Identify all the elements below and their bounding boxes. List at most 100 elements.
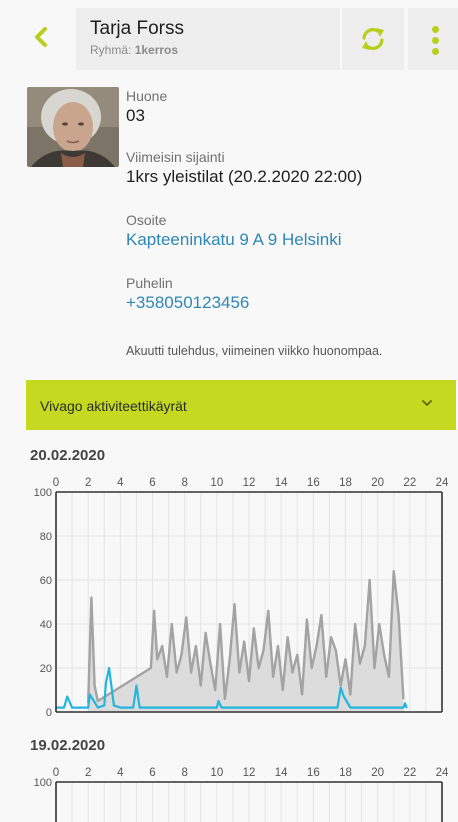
activity-point [272, 676, 274, 678]
resident-title: Tarja Forss Ryhmä: 1kerros [76, 8, 340, 70]
rest-point [217, 700, 220, 702]
activity-point [281, 689, 284, 691]
activity-point [378, 623, 381, 625]
activity-point [277, 645, 279, 647]
rest-point [339, 687, 342, 689]
rest-point [113, 704, 115, 707]
activity-curves-accordion[interactable]: Vivago aktiviteettikäyrät [26, 380, 456, 430]
activity-point [310, 667, 313, 669]
activity-point [344, 658, 347, 660]
activity-point [195, 645, 197, 647]
room-section: Huone 03 [126, 88, 167, 126]
activity-chart-day-2: 0 2 4 6 8 10 12 14 16 18 20 22 24100 [34, 767, 449, 822]
x-tick-label: 8 [181, 477, 187, 489]
activity-point [233, 603, 236, 605]
x-tick-label: 12 [243, 477, 256, 489]
group-value: 1kerros [134, 43, 179, 57]
rest-point [343, 695, 345, 698]
activity-point [364, 645, 366, 647]
activity-point [180, 654, 183, 656]
x-tick-label: 2 [85, 767, 91, 779]
address-section: Osoite Kapteeninkatu 9 A 9 Helsinki [126, 212, 341, 250]
rest-point [336, 706, 339, 709]
activity-point [373, 667, 376, 669]
activity-point [301, 693, 303, 696]
activity-point [354, 623, 356, 625]
x-tick-label: 10 [210, 767, 223, 779]
activity-chart-day-1: 0 2 4 6 8 10 12 14 16 18 20 22 24020406080100 [34, 477, 449, 719]
address-link[interactable]: Kapteeninkatu 9 A 9 Helsinki [126, 230, 341, 250]
avatar [27, 87, 119, 167]
activity-point [335, 649, 337, 652]
x-tick-label: 18 [339, 767, 352, 779]
activity-point [262, 649, 265, 652]
activity-point [190, 671, 192, 674]
activity-point [228, 658, 231, 660]
activity-point [339, 684, 342, 687]
activity-point [257, 667, 260, 669]
phone-section: Puhelin +358050123456 [126, 275, 249, 313]
chevron-down-icon [422, 400, 432, 406]
rest-point [150, 706, 152, 709]
activity-point [97, 700, 99, 702]
dot-icon [432, 48, 439, 55]
activity-point [185, 616, 188, 619]
rest-point [63, 706, 65, 709]
back-button[interactable] [26, 22, 56, 52]
activity-point [214, 689, 217, 691]
activity-point [392, 570, 395, 572]
activity-point [402, 698, 405, 700]
activity-point [156, 658, 159, 660]
activity-point [171, 623, 173, 625]
y-tick-label: 20 [40, 663, 52, 675]
activity-point [238, 671, 241, 674]
refresh-icon [362, 28, 384, 50]
activity-point [219, 623, 221, 625]
resident-group: Ryhmä: 1kerros [90, 43, 340, 57]
x-tick-label: 24 [436, 477, 449, 489]
rest-point [404, 702, 406, 704]
location-value: 1krs yleistilat (20.2.2020 22:00) [126, 167, 363, 186]
activity-point [349, 693, 352, 696]
x-tick-label: 20 [371, 477, 384, 489]
rest-point [119, 706, 122, 709]
rest-point [402, 706, 405, 709]
x-tick-label: 16 [307, 477, 320, 489]
x-tick-label: 22 [403, 477, 416, 489]
activity-point [291, 671, 294, 674]
activity-point [199, 684, 202, 687]
activity-point [267, 610, 270, 612]
phone-link[interactable]: +358050123456 [126, 293, 249, 313]
x-tick-label: 12 [243, 767, 256, 779]
x-tick-label: 6 [149, 767, 155, 779]
x-tick-label: 0 [53, 477, 59, 489]
x-tick-label: 6 [149, 477, 155, 489]
phone-label: Puhelin [126, 275, 173, 291]
refresh-button[interactable] [342, 8, 404, 70]
more-menu-button[interactable] [408, 8, 458, 70]
activity-point [320, 614, 323, 616]
activity-point [306, 618, 308, 621]
rest-point [349, 706, 352, 709]
activity-point [209, 662, 212, 665]
activity-point [175, 671, 178, 674]
activity-point [90, 596, 93, 599]
activity-point [166, 676, 168, 678]
chart-date-label: 19.02.2020 [30, 737, 106, 754]
rest-point [405, 706, 408, 709]
activity-point [153, 610, 155, 612]
chart-date-label: 20.02.2020 [30, 447, 106, 464]
activity-point [150, 667, 152, 669]
rest-point [97, 706, 99, 709]
accordion-title: Vivago aktiviteettikäyrät [40, 398, 187, 414]
activity-point [315, 645, 318, 647]
activity-point [204, 632, 207, 634]
activity-point [325, 676, 328, 678]
activity-point [383, 654, 385, 656]
activity-point [368, 579, 371, 581]
rest-point [71, 706, 73, 709]
x-tick-label: 22 [403, 767, 416, 779]
rest-point [135, 684, 138, 687]
rest-point [87, 706, 89, 709]
rest-point [220, 706, 223, 709]
